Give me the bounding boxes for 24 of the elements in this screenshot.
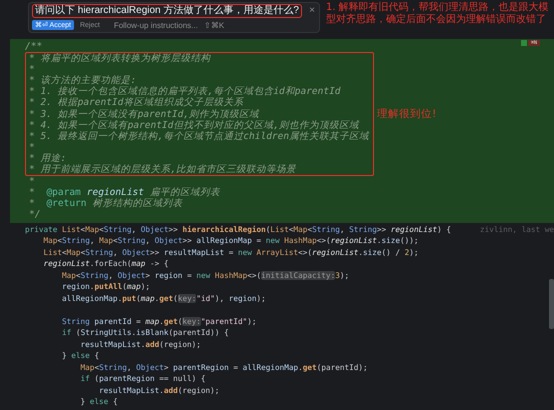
comment-line: * — [29, 142, 35, 153]
comment-line: */ — [28, 209, 40, 220]
comment-line: * 将扁平的区域列表转换为树形层级结构 — [29, 53, 210, 64]
comment-line: * @param regionList 扁平的区域列表 — [28, 187, 220, 198]
comment-line: * 4. 如果一个区域有parentId但找不到对应的父区域,则也作为顶级区域 — [29, 120, 360, 131]
comment-line: * 2. 根据parentId将区域组织成父子层级关系 — [29, 97, 244, 109]
comment-line: * 用途: — [29, 152, 66, 164]
comment-line: * — [28, 176, 35, 188]
annotation-note: 理解很到位! — [377, 107, 436, 122]
shortcut-hint: ⇧⌘K — [204, 20, 224, 30]
comment-line: * 用于前端展示区域的层级关系,比如省市区三级联动等场景 — [29, 164, 296, 176]
comment-line: /** — [25, 41, 42, 52]
scrollbar-thumb[interactable] — [549, 278, 554, 328]
close-button[interactable]: × — [308, 6, 316, 16]
comment-line: * — [29, 64, 35, 76]
comment-line: * 3. 如果一个区域没有parentId,则作为顶级区域 — [29, 108, 260, 120]
comment-line: * 5. 最终返回一个树形结构,每个区域节点通过children属性关联其子区域 — [29, 130, 370, 142]
annotation-text: 1. 解释即有旧代码，帮我们理清思路，也是跟大模型对齐思路，确定后面不会因为理解错误而改错了 — [326, 0, 550, 27]
comment-line: * 1. 接收一个包含区域信息的扁平列表,每个区域包含id和parentId — [29, 86, 341, 98]
comment-line: * @return 树形结构的区域列表 — [28, 198, 182, 210]
followup-field[interactable]: Follow-up instructions... — [114, 20, 198, 30]
status-indicator-icon — [520, 40, 527, 46]
prompt-text: 请问以下 hierarchicalRegion 方法做了什么事，用途是什么? — [32, 4, 302, 18]
comment-line: * 该方法的主要功能是: — [29, 75, 136, 86]
